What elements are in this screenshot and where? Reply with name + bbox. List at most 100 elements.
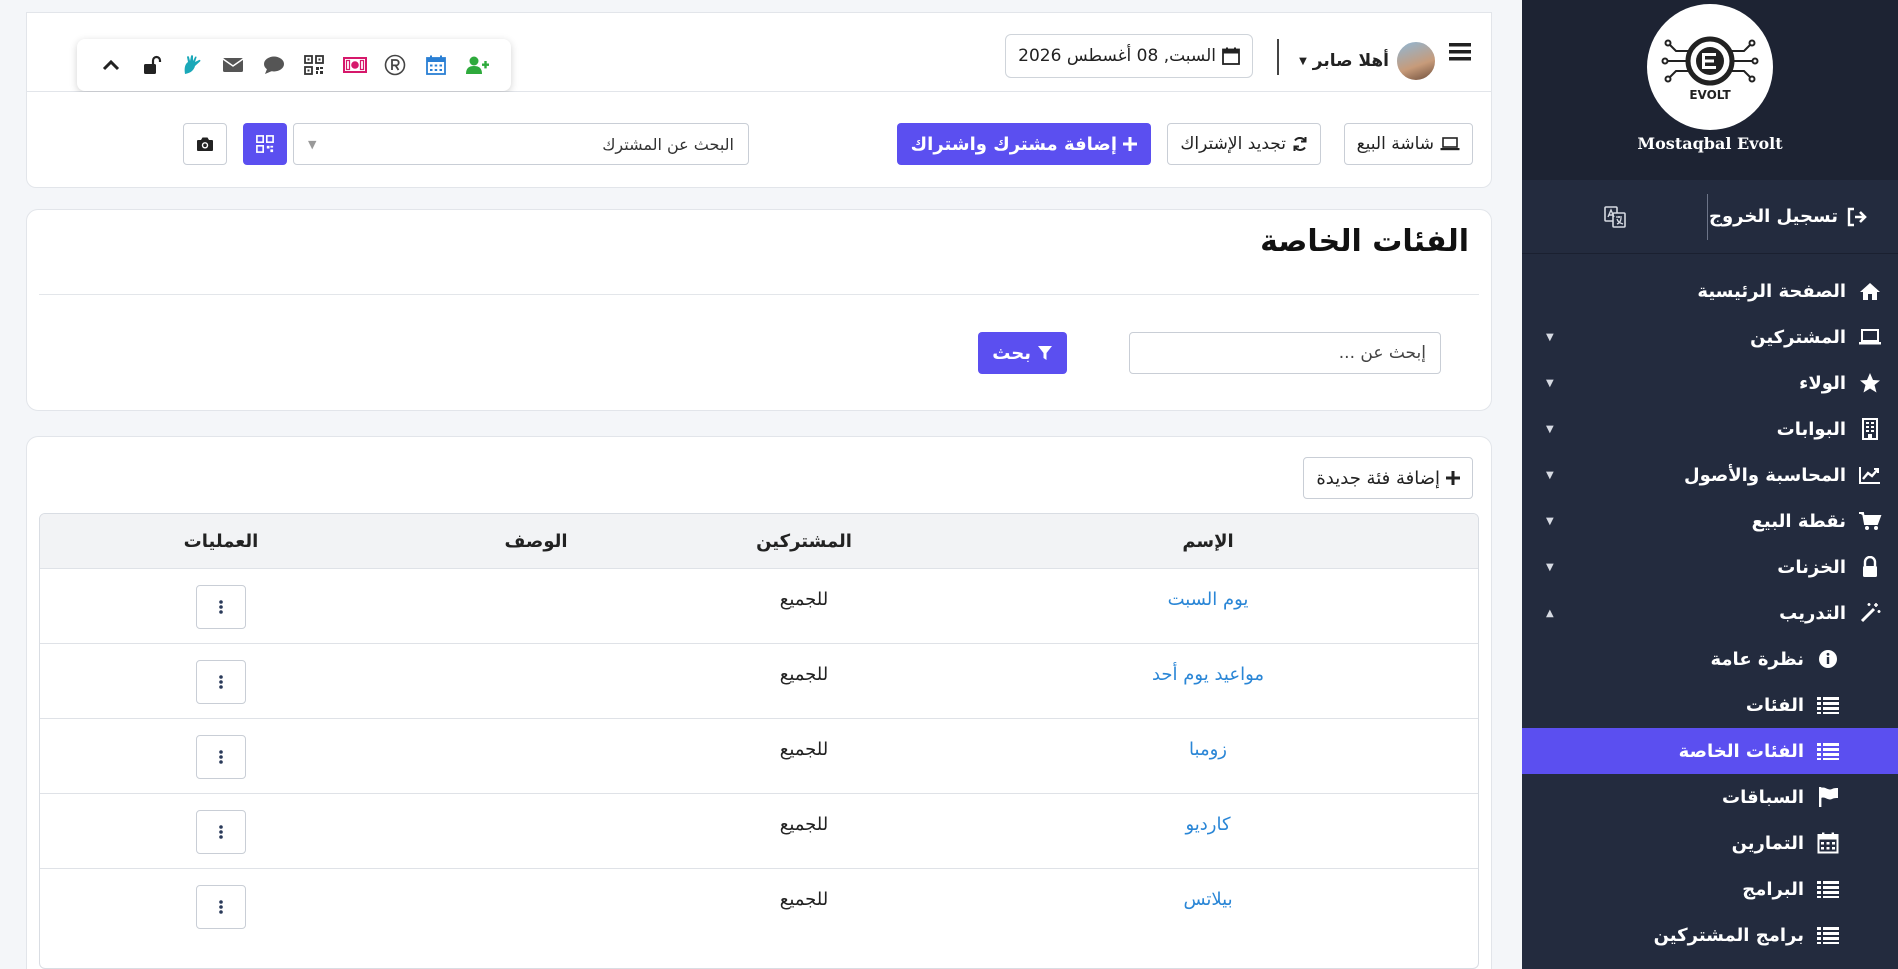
sidebar-item-training[interactable]: التدريب ▲ bbox=[1522, 590, 1898, 636]
qr-scan-button[interactable] bbox=[243, 123, 287, 165]
row-actions-button[interactable] bbox=[196, 885, 246, 929]
sidebar-item-subscribers[interactable]: المشتركين ▼ bbox=[1522, 314, 1898, 360]
row-actions-button[interactable] bbox=[196, 585, 246, 629]
sidebar-item-gates[interactable]: البوابات ▼ bbox=[1522, 406, 1898, 452]
qrcode-icon bbox=[256, 135, 274, 153]
table-row: يوم السبت للجميع bbox=[40, 568, 1478, 643]
sidebar-caret: ▼ bbox=[1546, 331, 1554, 343]
subscriber-search-select[interactable]: البحث عن المشترك ▼ bbox=[293, 123, 749, 165]
qrcode-icon[interactable] bbox=[301, 52, 327, 78]
table-row: كارديو للجميع bbox=[40, 793, 1478, 868]
sidebar-subitem-programs[interactable]: البرامج bbox=[1522, 866, 1898, 912]
main-content: أهلا صابر ▼ السبت, 08 أغسطس 2026 شاشة ال… bbox=[0, 0, 1522, 969]
categories-table: الإسم المشتركين الوصف العمليات يوم السبت… bbox=[39, 513, 1479, 969]
plus-icon bbox=[1123, 137, 1137, 151]
caret-down-icon: ▼ bbox=[1299, 55, 1307, 67]
refresh-icon bbox=[1293, 137, 1307, 151]
sidebar-caret: ▼ bbox=[1546, 561, 1554, 573]
user-plus-icon[interactable] bbox=[464, 52, 490, 78]
col-header-description[interactable]: الوصف bbox=[402, 514, 670, 568]
ellipsis-vertical-icon bbox=[219, 750, 223, 764]
home-icon bbox=[1856, 281, 1884, 301]
sidebar-item-label: التمارين bbox=[1731, 832, 1804, 854]
sidebar-menu: الصفحة الرئيسية المشتركين ▼ الولاء ▼ الب… bbox=[1522, 254, 1898, 958]
renew-subscription-button[interactable]: تجديد الإشتراك bbox=[1167, 123, 1321, 165]
language-button[interactable] bbox=[1522, 205, 1707, 228]
sign-language-icon[interactable] bbox=[179, 52, 205, 78]
row-actions-button[interactable] bbox=[196, 810, 246, 854]
sidebar-item-accounting[interactable]: المحاسبة والأصول ▼ bbox=[1522, 452, 1898, 498]
sidebar-item-loyalty[interactable]: الولاء ▼ bbox=[1522, 360, 1898, 406]
search-input[interactable]: إبحث عن ... bbox=[1129, 332, 1441, 374]
menu-toggle-button[interactable] bbox=[1449, 43, 1471, 65]
money-bill-icon[interactable] bbox=[342, 52, 368, 78]
brand-logo[interactable]: EVOLT bbox=[1647, 4, 1773, 130]
ellipsis-vertical-icon bbox=[219, 600, 223, 614]
sidebar-caret: ▲ bbox=[1546, 607, 1554, 619]
pos-screen-button[interactable]: شاشة البيع bbox=[1343, 123, 1473, 165]
sidebar-subitem-overview[interactable]: نظرة عامة bbox=[1522, 636, 1898, 682]
col-header-subscribers[interactable]: المشتركين bbox=[670, 514, 938, 568]
sidebar-caret: ▼ bbox=[1546, 377, 1554, 389]
sidebar-item-label: برامج المشتركين bbox=[1653, 924, 1804, 946]
category-name-link[interactable]: مواعيد يوم أحد bbox=[1152, 664, 1264, 685]
sidebar-item-safes[interactable]: الخزنات ▼ bbox=[1522, 544, 1898, 590]
category-name-link[interactable]: زومبا bbox=[1189, 739, 1227, 760]
categories-card: إضافة فئة جديدة الإسم المشتركين الوصف ال… bbox=[26, 436, 1492, 969]
sidebar-subitem-categories[interactable]: الفئات bbox=[1522, 682, 1898, 728]
sign-out-icon bbox=[1847, 207, 1867, 226]
info-icon bbox=[1814, 649, 1842, 669]
category-subscribers: للجميع bbox=[779, 889, 829, 910]
sidebar-item-label: الخزنات bbox=[1777, 556, 1846, 578]
row-actions-button[interactable] bbox=[196, 735, 246, 779]
sidebar-subitem-races[interactable]: السباقات bbox=[1522, 774, 1898, 820]
card-divider bbox=[39, 294, 1479, 295]
sidebar-item-home[interactable]: الصفحة الرئيسية bbox=[1522, 268, 1898, 314]
category-name-link[interactable]: يوم السبت bbox=[1168, 589, 1249, 610]
sidebar-caret: ▼ bbox=[1546, 423, 1554, 435]
user-menu[interactable]: أهلا صابر ▼ bbox=[1299, 40, 1437, 82]
brand-area: EVOLT Mostaqbal Evolt bbox=[1522, 0, 1898, 180]
row-actions-button[interactable] bbox=[196, 660, 246, 704]
page-title: الفئات الخاصة bbox=[1260, 224, 1469, 259]
laptop-icon bbox=[1856, 328, 1884, 346]
category-description bbox=[402, 719, 670, 793]
table-header: الإسم المشتركين الوصف العمليات bbox=[40, 514, 1478, 568]
logout-separator bbox=[1707, 193, 1708, 240]
unlock-icon[interactable] bbox=[139, 52, 165, 78]
sidebar-item-label: البوابات bbox=[1776, 418, 1846, 440]
sidebar-caret: ▼ bbox=[1546, 515, 1554, 527]
laptop-icon bbox=[1440, 137, 1460, 151]
category-subscribers: للجميع bbox=[779, 664, 829, 685]
sidebar-subitem-subscriber-programs[interactable]: برامج المشتركين bbox=[1522, 912, 1898, 958]
add-subscriber-button[interactable]: إضافة مشترك واشتراك bbox=[896, 123, 1151, 165]
col-header-operations: العمليات bbox=[183, 530, 259, 552]
user-greeting: أهلا صابر bbox=[1312, 51, 1389, 71]
calendar-icon[interactable] bbox=[423, 52, 449, 78]
sidebar-subitem-exercises[interactable]: التمارين bbox=[1522, 820, 1898, 866]
logout-button[interactable]: تسجيل الخروج bbox=[1708, 206, 1898, 227]
envelope-icon[interactable] bbox=[220, 52, 246, 78]
header-separator bbox=[1277, 39, 1279, 75]
sidebar-item-label: الولاء bbox=[1799, 372, 1846, 394]
add-category-button[interactable]: إضافة فئة جديدة bbox=[1303, 457, 1473, 499]
category-name-link[interactable]: كارديو bbox=[1185, 814, 1230, 835]
calendar-icon bbox=[1222, 47, 1240, 65]
date-display[interactable]: السبت, 08 أغسطس 2026 bbox=[1005, 34, 1253, 78]
camera-button[interactable] bbox=[183, 123, 227, 165]
plus-icon bbox=[1446, 471, 1460, 485]
top-bar: أهلا صابر ▼ السبت, 08 أغسطس 2026 bbox=[26, 12, 1492, 92]
chevron-up-icon[interactable] bbox=[98, 52, 124, 78]
logout-label: تسجيل الخروج bbox=[1709, 206, 1838, 227]
sidebar-item-pos[interactable]: نقطة البيع ▼ bbox=[1522, 498, 1898, 544]
sidebar-caret: ▼ bbox=[1546, 469, 1554, 481]
hamburger-icon bbox=[1449, 43, 1471, 61]
comment-icon[interactable] bbox=[261, 52, 287, 78]
category-name-link[interactable]: بيلاتس bbox=[1183, 889, 1232, 910]
category-subscribers: للجميع bbox=[779, 739, 829, 760]
col-header-name[interactable]: الإسم bbox=[938, 514, 1478, 568]
sidebar-subitem-special-categories[interactable]: الفئات الخاصة bbox=[1522, 728, 1898, 774]
search-button[interactable]: بحث bbox=[978, 332, 1067, 374]
sidebar-item-label: التدريب bbox=[1779, 602, 1846, 624]
registered-icon[interactable] bbox=[382, 52, 408, 78]
